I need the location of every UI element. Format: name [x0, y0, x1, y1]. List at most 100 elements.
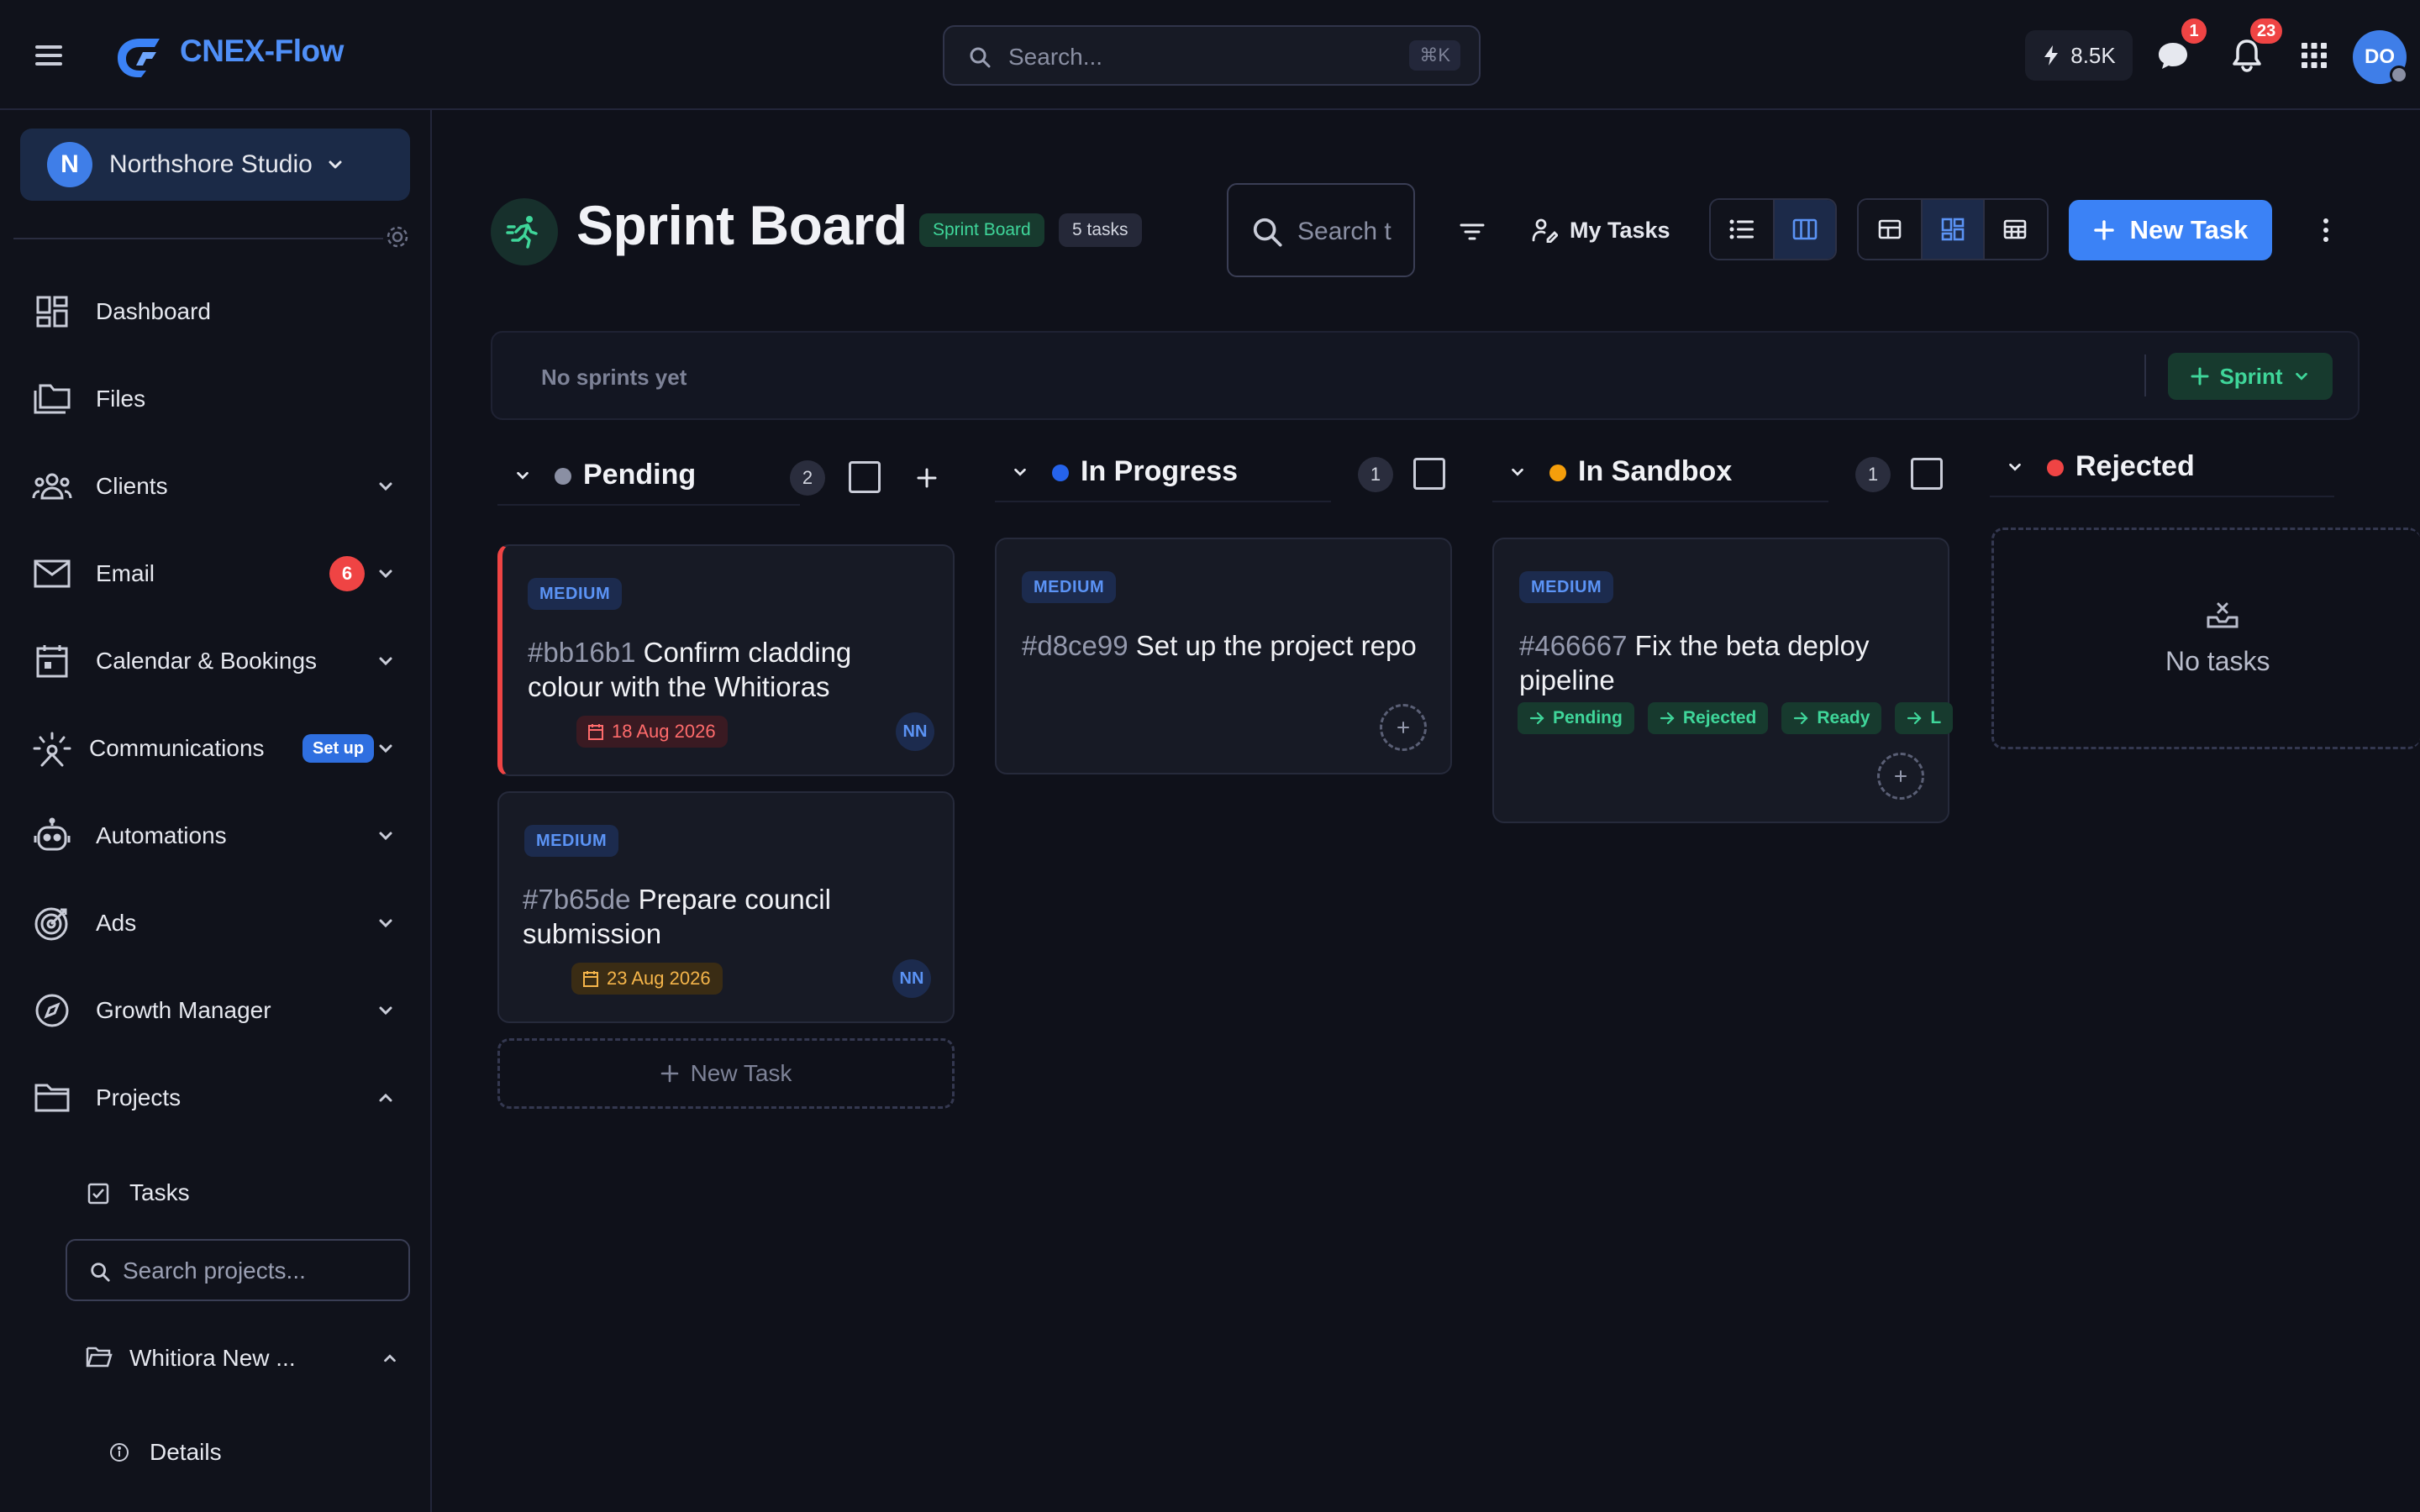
move-to-ready-button[interactable]: Ready [1781, 702, 1882, 734]
assignee-avatar[interactable]: NN [892, 959, 931, 998]
sidebar-subitem-label: Details [150, 1439, 222, 1465]
gear-icon[interactable] [385, 224, 415, 255]
project-search-input[interactable] [123, 1254, 392, 1288]
cards-layout-toggle[interactable] [1921, 200, 1983, 259]
add-task-button[interactable]: New Task [497, 1038, 955, 1109]
priority-badge: MEDIUM [528, 578, 623, 610]
sidebar-item-label: Ads [96, 910, 137, 936]
sidebar-item-files[interactable]: Files [0, 365, 432, 433]
status-dot [555, 468, 571, 485]
more-vert-icon[interactable] [2309, 208, 2343, 252]
sidebar-item-label: Automations [96, 822, 227, 848]
column-count: 1 [1855, 457, 1891, 492]
apps-grid-icon[interactable] [2292, 34, 2336, 77]
dashboard-layout-icon [1941, 218, 1965, 241]
task-id: #466667 [1519, 630, 1628, 661]
assignee-avatar[interactable]: NN [896, 712, 934, 751]
inbox-empty-icon [2206, 601, 2239, 629]
dashboard-icon [32, 291, 72, 332]
workspace-switcher[interactable]: N Northshore Studio [20, 129, 410, 201]
sidebar-item-automations[interactable]: Automations [0, 802, 432, 869]
task-card[interactable]: MEDIUM #bb16b1 Confirm cladding colour w… [497, 544, 955, 776]
filter-icon[interactable] [1450, 210, 1494, 254]
sidebar-subitem-tasks[interactable]: Tasks [0, 1163, 432, 1221]
chevron-down-icon [376, 477, 395, 496]
select-all-checkbox[interactable] [1911, 458, 1943, 490]
sidebar-item-projects[interactable]: Projects [0, 1064, 432, 1131]
global-search[interactable]: ⌘K [943, 25, 1481, 86]
chat-button[interactable]: 1 [2151, 18, 2207, 77]
calendar-icon [588, 723, 603, 740]
list-view-toggle[interactable] [1711, 200, 1773, 259]
project-search[interactable] [66, 1239, 410, 1301]
column-title: Rejected [2075, 450, 2195, 482]
transition-label: Ready [1817, 708, 1870, 727]
sidebar-item-calendar[interactable]: Calendar & Bookings [0, 627, 432, 695]
my-tasks-button[interactable]: My Tasks [1531, 207, 1670, 254]
sidebar-item-label: Projects [96, 1084, 182, 1110]
notifications-button[interactable]: 23 [2225, 18, 2283, 77]
priority-badge: MEDIUM [1022, 571, 1117, 603]
transition-label: Rejected [1682, 708, 1757, 727]
task-search[interactable] [1227, 183, 1415, 277]
move-to-rejected-button[interactable]: Rejected [1647, 702, 1769, 734]
info-icon [109, 1442, 129, 1462]
chevron-down-icon [376, 827, 395, 845]
sidebar-item-label: Email [96, 560, 155, 586]
add-sprint-button[interactable]: Sprint [2168, 353, 2333, 400]
column-header-rejected: Rejected [1990, 437, 2420, 497]
select-all-checkbox[interactable] [849, 461, 881, 493]
workspace-avatar: N [47, 142, 92, 187]
move-to-next-button[interactable]: L [1895, 702, 1953, 734]
sidebar-item-growth-manager[interactable]: Growth Manager [0, 977, 432, 1044]
sidebar-item-label: Dashboard [96, 298, 211, 324]
add-subtask-button[interactable] [1877, 753, 1924, 800]
user-initials: DO [2365, 45, 2395, 68]
credits-button[interactable]: 8.5K [2025, 30, 2133, 81]
global-search-input[interactable] [1008, 39, 1361, 76]
menu-icon[interactable] [32, 39, 66, 72]
column-header-in-sandbox: In Sandbox 1 [1492, 442, 1949, 502]
due-date: 23 Aug 2026 [607, 968, 711, 989]
task-title: #d8ce99 Set up the project repo [1022, 628, 1425, 663]
chevron-down-icon[interactable] [1012, 464, 1028, 480]
chevron-down-icon[interactable] [514, 467, 531, 484]
column-underline [497, 504, 800, 506]
sidebar-item-email[interactable]: Email 6 [0, 540, 432, 607]
sidebar-item-clients[interactable]: Clients [0, 453, 432, 520]
task-title-text: Set up the project repo [1135, 630, 1417, 661]
table-layout-toggle[interactable] [1983, 200, 2045, 259]
brand-logo-icon[interactable] [114, 35, 161, 79]
move-to-pending-button[interactable]: Pending [1518, 702, 1634, 734]
task-card[interactable]: MEDIUM #466667 Fix the beta deploy pipel… [1492, 538, 1953, 823]
sidebar-project-item[interactable]: Whitiora New ... [0, 1328, 432, 1387]
new-task-button[interactable]: New Task [2069, 200, 2272, 260]
sidebar-item-communications[interactable]: Communications Set up [0, 715, 432, 782]
task-search-input[interactable] [1297, 215, 1398, 249]
chevron-down-icon[interactable] [1509, 464, 1526, 480]
task-id: #bb16b1 [528, 637, 636, 668]
priority-badge: MEDIUM [524, 825, 619, 857]
select-all-checkbox[interactable] [1413, 458, 1445, 490]
add-subtask-button[interactable] [1380, 704, 1427, 751]
column-header-in-progress: In Progress 1 [995, 442, 1452, 502]
board-view-toggle[interactable] [1773, 200, 1835, 259]
task-card[interactable]: MEDIUM #d8ce99 Set up the project repo [995, 538, 1452, 774]
sidebar-item-dashboard[interactable]: Dashboard [0, 278, 432, 345]
arrow-right-icon [1793, 711, 1808, 725]
column-underline [1492, 501, 1828, 502]
files-icon [32, 379, 72, 419]
status-transitions: Pending Rejected Ready L [1518, 702, 1953, 736]
add-task-column-button[interactable] [909, 460, 944, 496]
chat-badge: 1 [2181, 18, 2207, 44]
sidebar-project-details[interactable]: Details [0, 1422, 432, 1481]
chevron-down-icon[interactable] [2007, 459, 2023, 475]
board-view-icon [1792, 218, 1818, 240]
page-title: Sprint Board [576, 194, 908, 256]
user-avatar[interactable]: DO [2353, 30, 2408, 84]
brand-name[interactable]: CNEX-Flow [180, 34, 344, 69]
sidebar-item-ads[interactable]: Ads [0, 890, 432, 957]
priority-badge: MEDIUM [1519, 571, 1614, 603]
task-card[interactable]: MEDIUM #7b65de Prepare council submissio… [497, 791, 955, 1023]
compact-layout-toggle[interactable] [1859, 200, 1921, 259]
